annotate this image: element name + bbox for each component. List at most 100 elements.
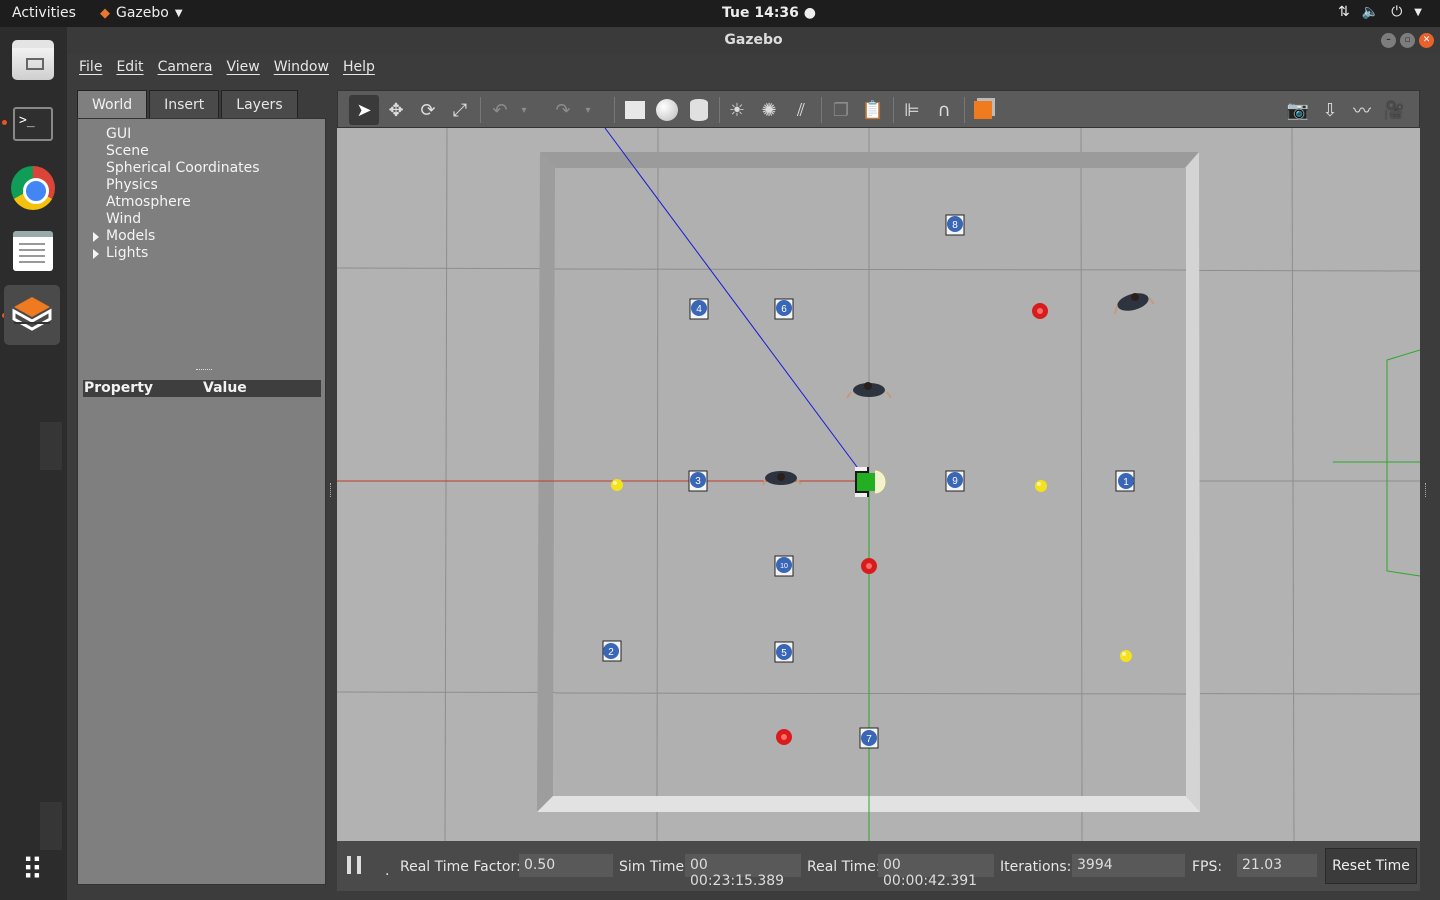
iterations-label: Iterations: [1000,859,1072,875]
gazebo-app-icon: ◆ [100,5,110,21]
menu-file[interactable]: File [72,54,109,82]
maximize-icon[interactable]: ▫ [1400,33,1415,48]
iterations-value: 3994 [1072,854,1185,877]
menu-view[interactable]: View [220,54,267,82]
svg-text:9: 9 [952,476,958,487]
translate-mode-icon[interactable]: ✥ [381,95,411,125]
marker-4[interactable]: 4 [689,298,709,320]
red-ball[interactable] [1032,303,1048,319]
left-panel: World Insert Layers GUI Scene Spherical … [77,90,326,890]
tree-item-gui[interactable]: GUI [106,126,131,142]
marker-8[interactable]: 8 [945,214,965,236]
select-mode-icon[interactable]: ➤ [349,95,379,125]
svg-text:7: 7 [866,734,872,745]
log-icon[interactable]: ⇩ [1315,95,1345,125]
marker-1[interactable]: 1 [1115,470,1135,492]
terminal-launcher[interactable]: >_ [8,99,58,149]
red-ball[interactable] [776,729,792,745]
chrome-icon [11,166,55,210]
right-splitter-handle[interactable] [1425,483,1428,497]
app-menu[interactable]: ◆ Gazebo ▼ [100,5,183,21]
marker-6[interactable]: 6 [774,298,794,320]
menu-edit[interactable]: Edit [109,54,150,82]
point-light-icon[interactable]: ☀ [722,95,752,125]
close-icon[interactable]: ✕ [1419,33,1434,48]
files-launcher[interactable] [8,35,58,85]
svg-text:1: 1 [1123,477,1129,488]
tab-layers[interactable]: Layers [221,90,298,118]
system-tray[interactable]: ⇅ 🔈 ⏻ ▼ [1338,4,1422,20]
marker-9[interactable]: 9 [945,470,965,492]
tree-item-atmosphere[interactable]: Atmosphere [106,194,191,210]
yellow-ball[interactable] [1035,480,1047,492]
toolbar-separator [480,97,481,123]
red-ball[interactable] [861,558,877,574]
app-grid-icon: ⠿ [21,852,45,888]
sphere-shape-icon[interactable] [652,95,682,125]
tree-item-physics[interactable]: Physics [106,177,158,193]
pause-icon[interactable] [347,856,361,874]
marker-5[interactable]: 5 [774,641,794,663]
rotate-mode-icon[interactable]: ⟳ [413,95,443,125]
box-shape-icon[interactable] [620,95,650,125]
toolbar-separator [964,97,965,123]
tab-world[interactable]: World [77,90,148,118]
marker-2[interactable]: 2 [602,640,622,662]
tree-item-spherical-coordinates[interactable]: Spherical Coordinates [106,160,260,176]
scale-mode-icon[interactable]: ⤢ [445,95,475,125]
chrome-launcher[interactable] [8,163,58,213]
text-editor-launcher[interactable] [8,226,58,276]
redo-icon[interactable]: ↷ [548,95,578,125]
toolbar-separator [821,97,822,123]
undo-dropdown-icon[interactable]: ▾ [516,95,532,125]
clock[interactable]: Tue 14:36 ● [722,5,816,21]
status-dot: . [385,863,390,879]
property-column-header[interactable]: Property [84,380,153,396]
svg-text:6: 6 [781,304,787,315]
marker-7[interactable]: 7 [859,727,879,749]
reset-time-button[interactable]: Reset Time [1325,848,1417,884]
yellow-ball[interactable] [611,479,623,491]
gazebo-icon [12,297,52,331]
tab-insert[interactable]: Insert [149,90,220,118]
spot-light-icon[interactable]: ✺ [754,95,784,125]
expand-arrow-icon[interactable] [93,232,99,242]
show-apps-button[interactable]: ⠿ [8,845,58,895]
snap-icon[interactable]: ∩ [929,95,959,125]
status-bar: . Real Time Factor: 0.50 Sim Time: 00 00… [337,841,1420,891]
tree-item-lights[interactable]: Lights [106,245,148,261]
splitter-handle[interactable] [196,369,212,372]
chevron-down-icon: ▼ [174,7,183,19]
menu-help[interactable]: Help [336,54,382,82]
activities-button[interactable]: Activities [12,5,76,21]
screenshot-icon[interactable]: 📷 [1283,95,1313,125]
menu-window[interactable]: Window [267,54,336,82]
tree-item-scene[interactable]: Scene [106,143,149,159]
tree-item-wind[interactable]: Wind [106,211,141,227]
cylinder-shape-icon[interactable] [684,95,714,125]
copy-icon[interactable]: ❐ [826,95,856,125]
directional-light-icon[interactable]: ⫽ [786,95,816,125]
scene-canvas[interactable]: 8 4 6 3 9 1 10 2 5 7 [336,127,1421,842]
panel-splitter-handle[interactable] [330,483,333,497]
yellow-ball[interactable] [1120,650,1132,662]
gazebo-launcher[interactable] [4,285,60,345]
toolbar-separator [893,97,894,123]
terminal-icon: >_ [13,107,53,141]
align-icon[interactable]: ⊫ [897,95,927,125]
tree-item-models[interactable]: Models [106,228,155,244]
marker-10[interactable]: 10 [774,555,794,577]
change-view-icon[interactable] [968,95,998,125]
undo-icon[interactable]: ↶ [485,95,515,125]
3d-scene[interactable]: 8 4 6 3 9 1 10 2 5 7 [336,127,1421,842]
value-column-header[interactable]: Value [203,380,247,396]
marker-3[interactable]: 3 [688,470,708,492]
record-video-icon[interactable]: 🎥 [1379,95,1409,125]
plot-icon[interactable]: 〰 [1347,95,1377,125]
menu-camera[interactable]: Camera [151,54,220,82]
minimize-icon[interactable]: – [1381,33,1396,48]
paste-icon[interactable]: 📋 [858,95,888,125]
window-titlebar[interactable]: Gazebo – ▫ ✕ [67,27,1440,54]
expand-arrow-icon[interactable] [93,249,99,259]
redo-dropdown-icon[interactable]: ▾ [580,95,596,125]
